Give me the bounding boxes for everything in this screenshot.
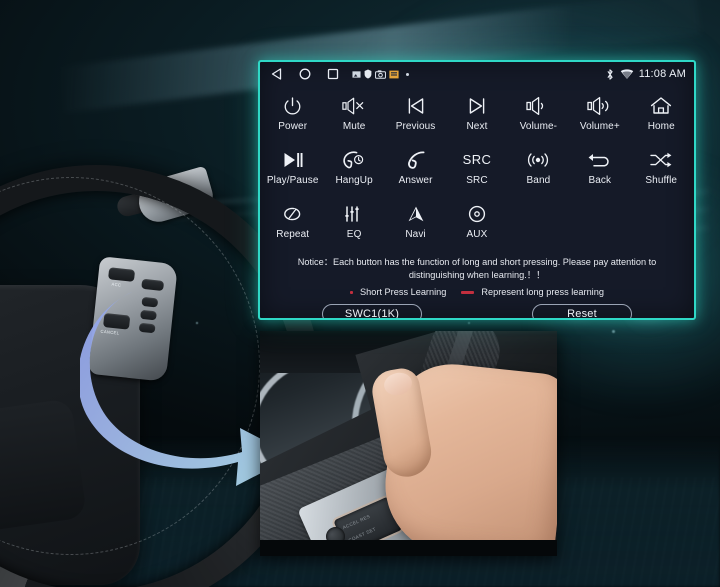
src-text-icon: SRC — [462, 152, 492, 167]
home-circle-icon[interactable] — [298, 67, 312, 81]
status-bar-notification-tray — [352, 69, 409, 79]
swc-button-volume-up[interactable]: Volume+ — [569, 90, 630, 144]
notice-label: Notice： — [297, 257, 333, 267]
status-bar-clock: 11:08 AM — [638, 68, 686, 80]
swc-function-row: Power Mute Previous Next Volume- Volume+… — [262, 90, 692, 144]
notice-body: Each button has the function of long and… — [332, 257, 657, 280]
hang-up-icon — [342, 148, 366, 172]
swc-button-play-pause[interactable]: Play/Pause — [262, 144, 323, 198]
swc-button-label: AUX — [466, 229, 488, 240]
image-icon — [352, 70, 361, 79]
swc-button-answer[interactable]: Answer — [385, 144, 446, 198]
inset-rocker-label-accel: ACCEL RES — [342, 513, 371, 531]
power-icon — [282, 94, 303, 118]
swc-button-label: Navi — [405, 229, 426, 240]
status-bar-nav-buttons — [270, 67, 409, 81]
repeat-icon — [281, 202, 305, 226]
swc-button-eq[interactable]: EQ — [323, 198, 384, 252]
navigation-icon — [405, 202, 427, 226]
status-bar-system-icons: 11:08 AM — [605, 68, 686, 81]
file-icon — [389, 70, 399, 79]
inset-photo-hand-on-steering-wheel: ACCEL RES COAST SET — [260, 331, 557, 556]
back-triangle-icon[interactable] — [270, 67, 284, 81]
long-press-legend-label: Represent long press learning — [481, 287, 604, 297]
back-arrow-icon — [588, 148, 612, 172]
swc-button-label: Volume+ — [579, 121, 620, 132]
camera-icon — [375, 69, 386, 79]
swc-button-volume-down[interactable]: Volume- — [508, 90, 569, 144]
swc-cell-empty — [508, 198, 569, 252]
play-pause-icon — [282, 148, 304, 172]
swc-button-label: EQ — [346, 229, 362, 240]
swc-button-previous[interactable]: Previous — [385, 90, 446, 144]
background-sparkle — [468, 322, 470, 324]
swc-button-shuffle[interactable]: Shuffle — [631, 144, 692, 198]
mute-icon — [342, 94, 366, 118]
swc-button-band[interactable]: Band — [508, 144, 569, 198]
swc-button-next[interactable]: Next — [446, 90, 507, 144]
panel-action-buttons: SWC1(1K) Reset — [260, 304, 694, 318]
short-press-legend-label: Short Press Learning — [360, 287, 447, 297]
swc-cell-empty — [569, 198, 630, 252]
swc-function-grid: Power Mute Previous Next Volume- Volume+… — [260, 86, 694, 252]
swc-button-hangup[interactable]: HangUp — [323, 144, 384, 198]
aux-disc-icon — [466, 202, 488, 226]
long-press-marker-icon — [461, 290, 475, 294]
background-sparkle — [612, 330, 615, 333]
swc-button-label: Mute — [342, 121, 366, 132]
swc-button-label: Previous — [395, 121, 436, 132]
status-dot-icon — [406, 72, 409, 76]
swc-button-mute[interactable]: Mute — [323, 90, 384, 144]
band-antenna-icon — [526, 148, 550, 172]
wifi-icon — [620, 68, 634, 80]
swc-function-row: Repeat EQ Navi AUX — [262, 198, 692, 252]
swc-button-src[interactable]: SRC SRC — [446, 144, 507, 198]
android-status-bar: 11:08 AM — [260, 62, 694, 86]
volume-down-icon — [526, 94, 550, 118]
swc-cell-empty — [631, 198, 692, 252]
press-learning-legend: Short Press Learning Represent long pres… — [260, 287, 694, 297]
next-track-icon — [467, 94, 487, 118]
swc-button-home[interactable]: Home — [631, 90, 692, 144]
shield-icon — [364, 69, 372, 79]
swc-function-row: Play/Pause HangUp Answer SRC SRC Band Ba… — [262, 144, 692, 198]
recents-square-icon[interactable] — [326, 67, 340, 81]
swc-profile-button[interactable]: SWC1(1K) — [322, 304, 422, 318]
swc-button-label: Answer — [398, 175, 433, 186]
swc-button-label: Home — [647, 121, 675, 132]
screenshot-stage: + ACC CANCEL ACCEL RES COAST SET 11:08 A… — [0, 0, 720, 587]
steering-wheel-graphic: + ACC CANCEL — [0, 165, 322, 587]
swc-button-label: Play/Pause — [266, 175, 319, 186]
swc-button-navi[interactable]: Navi — [385, 198, 446, 252]
notice-text-block: Notice：Each button has the function of l… — [272, 256, 682, 282]
swc-button-repeat[interactable]: Repeat — [262, 198, 323, 252]
swc-button-label: Volume- — [519, 121, 558, 132]
inset-bottom-edge — [260, 540, 557, 556]
swc-button-label: Power — [278, 121, 308, 132]
volume-up-icon — [587, 94, 613, 118]
swc-button-aux[interactable]: AUX — [446, 198, 507, 252]
swc-button-label: HangUp — [335, 175, 373, 186]
answer-call-icon — [405, 148, 427, 172]
shuffle-icon — [649, 148, 673, 172]
short-press-marker-icon — [350, 290, 354, 294]
reset-button[interactable]: Reset — [532, 304, 632, 318]
swc-button-label: Back — [588, 175, 612, 186]
swc-button-label: Repeat — [276, 229, 310, 240]
swc-button-label: SRC — [466, 175, 488, 186]
previous-track-icon — [406, 94, 426, 118]
swc-button-label: Band — [526, 175, 551, 186]
home-icon — [650, 94, 672, 118]
swc-button-label: Next — [466, 121, 488, 132]
swc-button-back[interactable]: Back — [569, 144, 630, 198]
swc-button-power[interactable]: Power — [262, 90, 323, 144]
head-unit-screen-panel: 11:08 AM Power Mute Previous Next Volume… — [258, 60, 696, 320]
swc-button-label: Shuffle — [645, 175, 678, 186]
bluetooth-icon — [605, 68, 615, 81]
equalizer-icon — [343, 202, 365, 226]
